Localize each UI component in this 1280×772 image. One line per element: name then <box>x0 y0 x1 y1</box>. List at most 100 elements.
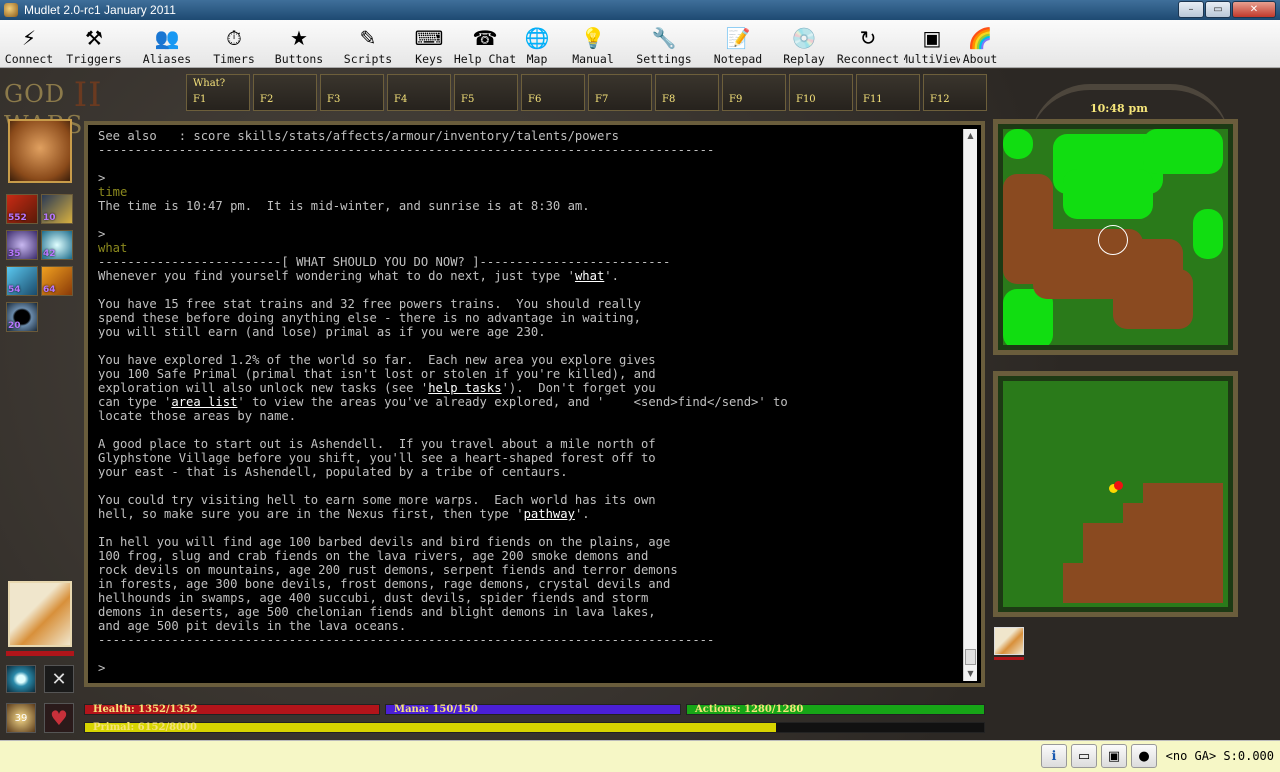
fkey-f1[interactable]: What? F1 <box>186 74 250 111</box>
replay-label: Replay <box>783 52 825 66</box>
crossed-swords-icon[interactable]: ✕ <box>44 665 74 693</box>
fkey-f12[interactable]: F12 <box>923 74 987 111</box>
main-console-output[interactable]: See also : score skills/stats/affects/ar… <box>98 129 960 681</box>
skill-icon-chevron[interactable]: 64 <box>41 266 73 296</box>
pathway-link[interactable]: pathway <box>524 507 575 521</box>
health-bar: Health: 1352/1352 <box>84 704 380 715</box>
buttons-toolbar-button[interactable]: ★ Buttons <box>266 20 332 68</box>
help-tasks-link[interactable]: help tasks <box>428 381 501 395</box>
skill-icon-wing[interactable]: 54 <box>6 266 38 296</box>
world-map[interactable] <box>1003 129 1228 345</box>
scroll-up-arrow-icon[interactable]: ▲ <box>964 129 977 143</box>
skill-icon-orb[interactable]: 42 <box>41 230 73 260</box>
reconnect-label: Reconnect <box>836 52 900 66</box>
settings-label: Settings <box>636 52 692 66</box>
manual-label: Manual <box>572 52 614 66</box>
local-map-frame <box>993 371 1238 617</box>
fkey-f6[interactable]: F6 <box>521 74 585 111</box>
function-key-bar: What? F1 F2 F3 F4 F5 F6 F7 F8 F9 F10 F11 F12 <box>186 74 990 111</box>
helpchat-icon: ☎ <box>472 26 498 50</box>
multiview-toolbar-button[interactable]: ▣ MultiView <box>904 20 960 68</box>
fkey-caption <box>461 78 517 90</box>
fkey-f7[interactable]: F7 <box>588 74 652 111</box>
game-area: GOD II WARS What? F1 F2 F3 F4 F5 F6 F7 F8 F9 F10 F1… <box>0 69 1280 740</box>
skill-icon-spark[interactable]: 10 <box>41 194 73 224</box>
helpchat-toolbar-button[interactable]: ☎ Help Chat <box>454 20 516 68</box>
fkey-f2[interactable]: F2 <box>253 74 317 111</box>
aliases-toolbar-button[interactable]: 👥 Aliases <box>132 20 202 68</box>
fkey-label: F1 <box>193 94 207 105</box>
fkey-f4[interactable]: F4 <box>387 74 451 111</box>
settings-toolbar-button[interactable]: 🔧 Settings <box>628 20 700 68</box>
about-toolbar-button[interactable]: 🌈 About <box>960 20 1000 68</box>
local-map[interactable] <box>1003 381 1228 607</box>
fkey-f8[interactable]: F8 <box>655 74 719 111</box>
fkey-f9[interactable]: F9 <box>722 74 786 111</box>
target-portrait[interactable] <box>8 581 72 647</box>
character-portrait[interactable] <box>8 119 72 183</box>
actions-label: Actions: 1280/1280 <box>695 704 804 715</box>
scroll-down-arrow-icon[interactable]: ▼ <box>964 667 977 681</box>
record-icon[interactable]: ● <box>1131 744 1157 768</box>
reconnect-toolbar-button[interactable]: ↻ Reconnect <box>832 20 904 68</box>
notepad-toolbar-button[interactable]: 📝 Notepad <box>700 20 776 68</box>
what-link[interactable]: what <box>575 269 604 283</box>
main-output-frame: See also : score skills/stats/affects/ar… <box>84 121 985 687</box>
primal-label: Primal: 6152/8000 <box>93 722 197 733</box>
fkey-label: F5 <box>461 94 475 105</box>
output-scrollbar[interactable]: ▲ ▼ <box>963 129 977 681</box>
area-list-link[interactable]: area list <box>171 395 237 409</box>
mana-bar: Mana: 150/150 <box>385 704 681 715</box>
multiview-icon: ▣ <box>922 26 942 50</box>
fkey-caption <box>796 78 852 90</box>
close-button[interactable]: ✕ <box>1232 1 1276 18</box>
scripts-icon: ✎ <box>359 26 377 50</box>
main-toolbar: ⚡ Connect ⚒ Triggers 👥 Aliases ⏱ Timers ★ Buttons… <box>0 20 1280 68</box>
fkey-label: F7 <box>595 94 609 105</box>
buttons-icon: ★ <box>290 26 308 50</box>
fkey-f10[interactable]: F10 <box>789 74 853 111</box>
fkey-label: F3 <box>327 94 341 105</box>
world-map-frame <box>993 119 1238 355</box>
keys-toolbar-button[interactable]: ⌨ Keys <box>404 20 454 68</box>
manual-toolbar-button[interactable]: 💡 Manual <box>558 20 628 68</box>
maximize-button[interactable]: ▭ <box>1205 1 1231 18</box>
screenshot-icon[interactable]: ▣ <box>1101 744 1127 768</box>
fkey-f11[interactable]: F11 <box>856 74 920 111</box>
fkey-label: F12 <box>930 94 950 105</box>
npc-marker <box>1114 481 1123 490</box>
map-toolbar-button[interactable]: 🌐 Map <box>516 20 558 68</box>
about-label: About <box>962 52 998 66</box>
timers-toolbar-button[interactable]: ⏱ Timers <box>202 20 266 68</box>
skill-icon-void[interactable]: 20 <box>6 302 38 332</box>
scripts-toolbar-button[interactable]: ✎ Scripts <box>332 20 404 68</box>
group-member-portrait[interactable] <box>994 627 1024 655</box>
settings-icon: 🔧 <box>651 26 677 50</box>
connect-toolbar-button[interactable]: ⚡ Connect <box>2 20 56 68</box>
connect-label: Connect <box>4 52 54 66</box>
fkey-caption <box>863 78 919 90</box>
player-location-ring <box>1098 225 1128 255</box>
fkey-caption: What? <box>193 78 226 89</box>
notepad-label: Notepad <box>713 52 763 66</box>
fkey-caption <box>662 78 718 90</box>
fkey-f3[interactable]: F3 <box>320 74 384 111</box>
fkey-caption <box>394 78 450 90</box>
timers-icon: ⏱ <box>226 26 242 50</box>
scroll-thumb[interactable] <box>965 649 976 665</box>
info-icon[interactable]: ℹ <box>1041 744 1067 768</box>
replay-toolbar-button[interactable]: 💿 Replay <box>776 20 832 68</box>
skill-icon-swirl[interactable]: 35 <box>6 230 38 260</box>
timers-label: Timers <box>213 52 255 66</box>
mana-label: Mana: 150/150 <box>394 704 478 715</box>
fkey-caption <box>729 78 785 90</box>
actions-bar: Actions: 1280/1280 <box>686 704 985 715</box>
triggers-toolbar-button[interactable]: ⚒ Triggers <box>56 20 132 68</box>
eye-icon[interactable] <box>6 665 36 693</box>
map-label: Map <box>526 52 548 66</box>
minimize-button[interactable]: – <box>1178 1 1204 18</box>
skill-icon-fire[interactable]: 552 <box>6 194 38 224</box>
fkey-f5[interactable]: F5 <box>454 74 518 111</box>
network-icon[interactable]: ▭ <box>1071 744 1097 768</box>
triggers-label: Triggers <box>66 52 122 66</box>
